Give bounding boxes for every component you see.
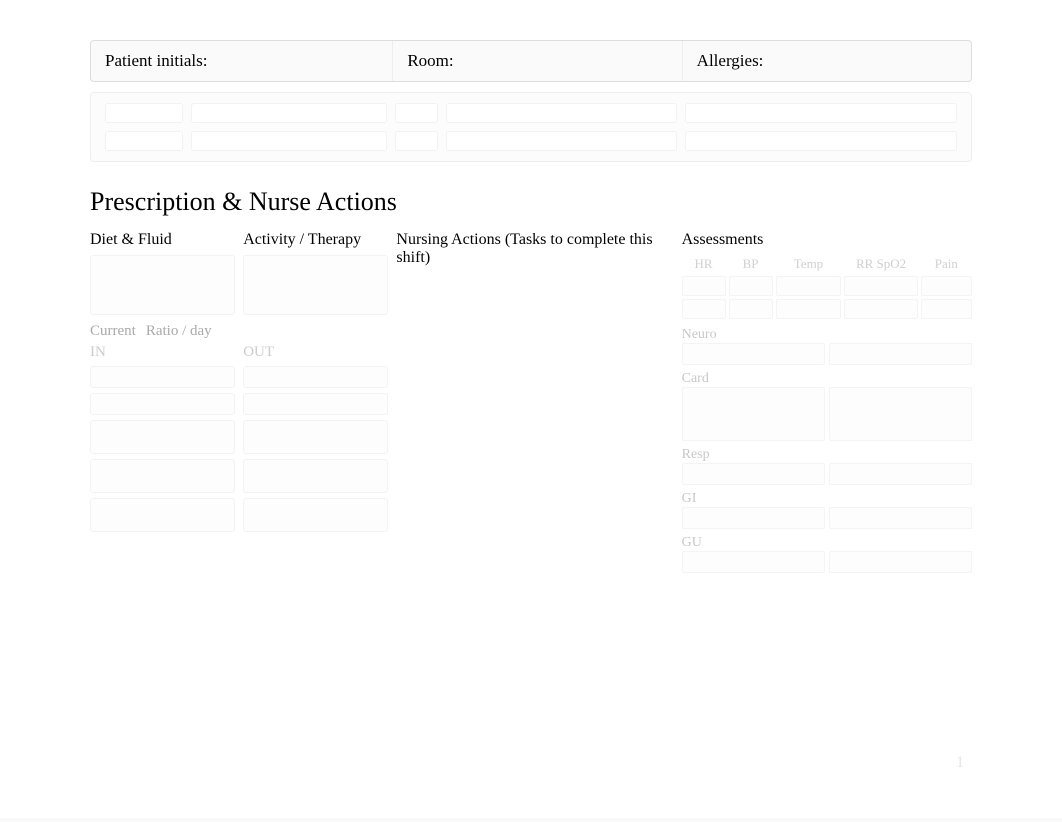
assess-cell bbox=[829, 551, 972, 573]
diet-box bbox=[90, 255, 235, 315]
patient-header-row: Patient initials: Room: Allergies: bbox=[90, 40, 972, 82]
vitals-bp-head: BP bbox=[729, 255, 773, 273]
diet-current-label: Current bbox=[90, 323, 136, 340]
assess-card-label: Card bbox=[682, 369, 825, 387]
vitals-cell bbox=[729, 276, 773, 296]
vitals-cell bbox=[844, 276, 917, 296]
allergies-label: Allergies: bbox=[683, 41, 971, 81]
activity-heading: Activity / Therapy bbox=[243, 231, 388, 255]
assess-cell bbox=[682, 387, 825, 441]
activity-row bbox=[243, 459, 388, 493]
diet-row bbox=[90, 393, 235, 415]
activity-row bbox=[243, 366, 388, 388]
room-label: Room: bbox=[393, 41, 682, 81]
assess-cell bbox=[682, 463, 825, 485]
info-grid-block bbox=[90, 92, 972, 162]
vitals-cell bbox=[776, 299, 842, 319]
vitals-cell bbox=[682, 276, 726, 296]
vitals-rrspo2-head: RR SpO2 bbox=[844, 255, 917, 273]
main-columns: Diet & Fluid Current Ratio / day IN Acti… bbox=[90, 231, 972, 573]
assess-cell bbox=[829, 463, 972, 485]
diet-row bbox=[90, 498, 235, 532]
assess-cell bbox=[682, 507, 825, 529]
grid-cell bbox=[395, 131, 438, 151]
assess-cell bbox=[682, 343, 825, 365]
diet-fluid-heading: Diet & Fluid bbox=[90, 231, 235, 255]
vitals-table: HR BP Temp RR SpO2 Pain bbox=[682, 255, 972, 319]
vitals-cell bbox=[921, 276, 972, 296]
col-activity-therapy: Activity / Therapy . OUT bbox=[243, 231, 388, 573]
grid-cell bbox=[685, 103, 957, 123]
vitals-temp-head: Temp bbox=[776, 255, 842, 273]
assess-cell bbox=[682, 551, 825, 573]
vitals-cell bbox=[921, 299, 972, 319]
vitals-pain-head: Pain bbox=[921, 255, 972, 273]
grid-cell bbox=[685, 131, 957, 151]
vitals-cell bbox=[776, 276, 842, 296]
grid-cell bbox=[446, 103, 678, 123]
grid-cell bbox=[105, 103, 183, 123]
page-number: 1 bbox=[956, 754, 964, 772]
col-assessments: Assessments HR BP Temp RR SpO2 Pain Neur… bbox=[682, 231, 972, 573]
diet-row bbox=[90, 420, 235, 454]
diet-row bbox=[90, 459, 235, 493]
activity-row bbox=[243, 498, 388, 532]
footer-line bbox=[0, 818, 1062, 822]
grid-cell bbox=[191, 103, 387, 123]
diet-out-label: OUT bbox=[243, 344, 388, 361]
grid-cell bbox=[395, 103, 438, 123]
col-nursing-actions: Nursing Actions (Tasks to complete this … bbox=[396, 231, 673, 573]
patient-initials-label: Patient initials: bbox=[91, 41, 393, 81]
assessments-heading: Assessments bbox=[682, 231, 972, 255]
diet-in-label: IN bbox=[90, 344, 235, 361]
activity-row bbox=[243, 420, 388, 454]
assess-cell bbox=[829, 343, 972, 365]
assess-cell bbox=[829, 507, 972, 529]
vitals-hr-head: HR bbox=[682, 255, 726, 273]
assess-resp-label: Resp bbox=[682, 445, 825, 463]
grid-cell bbox=[105, 131, 183, 151]
nursing-heading: Nursing Actions (Tasks to complete this … bbox=[396, 231, 673, 273]
vitals-cell bbox=[682, 299, 726, 319]
grid-cell bbox=[446, 131, 678, 151]
activity-box bbox=[243, 255, 388, 315]
assess-gu-label: GU bbox=[682, 533, 825, 551]
assess-rows: Neuro . Card . Resp . bbox=[682, 325, 972, 573]
assess-neuro-label: Neuro bbox=[682, 325, 825, 343]
diet-inline-labels: Current Ratio / day bbox=[90, 323, 235, 340]
vitals-cell bbox=[844, 299, 917, 319]
activity-row bbox=[243, 393, 388, 415]
section-title: Prescription & Nurse Actions bbox=[90, 187, 972, 217]
col-diet-fluid: Diet & Fluid Current Ratio / day IN bbox=[90, 231, 235, 573]
assess-cell bbox=[829, 387, 972, 441]
grid-cell bbox=[191, 131, 387, 151]
vitals-cell bbox=[729, 299, 773, 319]
diet-row bbox=[90, 366, 235, 388]
assess-gi-label: GI bbox=[682, 489, 825, 507]
diet-ratio-label: Ratio / day bbox=[146, 323, 212, 340]
